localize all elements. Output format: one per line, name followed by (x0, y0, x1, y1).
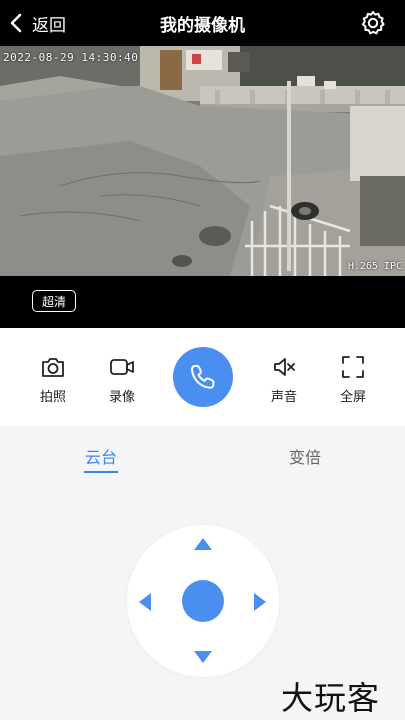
record-label: 录像 (108, 390, 135, 405)
triangle-down-icon (194, 651, 212, 663)
live-video[interactable]: 2022-08-29 14:30:40 H.265 IPC (0, 46, 405, 276)
back-button[interactable]: 返回 (8, 8, 66, 38)
ptz-down-button[interactable] (194, 651, 212, 663)
triangle-right-icon (254, 593, 266, 611)
triangle-left-icon (139, 593, 151, 611)
tab-ptz[interactable]: 云台 (85, 444, 117, 468)
active-tab-indicator (84, 471, 118, 473)
gear-icon[interactable] (359, 9, 387, 37)
osd-timestamp: 2022-08-29 14:30:40 (3, 51, 139, 64)
snapshot-button[interactable]: 拍照 (28, 354, 78, 405)
top-bar: 返回 我的摄像机 (0, 0, 405, 46)
video-camera-icon (110, 359, 134, 375)
control-tabs: 云台 变倍 (0, 426, 405, 482)
tab-zoom[interactable]: 变倍 (289, 444, 321, 468)
sound-label: 声音 (270, 390, 297, 405)
quality-button[interactable]: 超清 (32, 290, 76, 312)
ptz-right-button[interactable] (254, 593, 266, 611)
video-control-bar: 超清 (0, 276, 405, 328)
record-button[interactable]: 录像 (97, 354, 147, 405)
ptz-center-button[interactable] (182, 580, 224, 622)
fullscreen-label: 全屏 (339, 390, 366, 405)
ptz-up-button[interactable] (194, 538, 212, 550)
fullscreen-button[interactable]: 全屏 (328, 354, 378, 405)
video-frame (0, 46, 405, 276)
camera-icon (42, 358, 64, 377)
watermark-logo: 大玩客 (281, 679, 381, 717)
triangle-up-icon (194, 538, 212, 550)
fullscreen-icon (342, 356, 364, 378)
osd-codec: H.265 IPC (347, 261, 402, 272)
chevron-left-icon (10, 13, 22, 33)
ptz-control-pad (127, 525, 279, 677)
call-button[interactable] (173, 347, 233, 407)
sound-button[interactable]: 声音 (259, 354, 309, 405)
speaker-muted-icon (274, 358, 295, 376)
snapshot-label: 拍照 (39, 390, 66, 405)
phone-icon (191, 365, 215, 389)
action-bar: 拍照 录像 声音 全屏 (0, 328, 405, 426)
back-label: 返回 (32, 15, 66, 36)
ptz-left-button[interactable] (139, 593, 151, 611)
